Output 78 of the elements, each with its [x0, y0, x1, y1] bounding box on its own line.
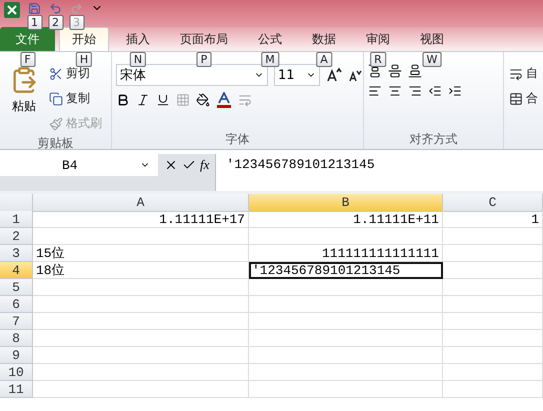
- merge-button[interactable]: 合: [508, 89, 539, 108]
- fill-color-icon: [196, 93, 210, 107]
- align-left-icon: [368, 84, 382, 98]
- font-size-field[interactable]: 11: [274, 64, 320, 86]
- keytip-tooltip: H: [76, 52, 92, 67]
- ribbon-tab[interactable]: 审阅: [353, 27, 403, 51]
- row-header[interactable]: 3: [0, 245, 33, 262]
- bold-icon: [116, 93, 130, 107]
- keytip-tooltip: 3: [69, 15, 84, 30]
- table-cell: 1: [443, 211, 543, 228]
- row-header[interactable]: 1: [0, 211, 33, 228]
- font-color-icon[interactable]: [216, 92, 232, 108]
- cancel-icon: [164, 158, 178, 172]
- merge-cells-icon: [509, 92, 523, 106]
- table-cell: '123456789101213145: [249, 262, 443, 279]
- italic-icon: [136, 93, 150, 107]
- column-header[interactable]: A: [33, 194, 249, 212]
- table-cell: 1.11111E+17: [33, 211, 249, 228]
- table-cell: 15位: [33, 245, 249, 262]
- table-cell: 111111111111111: [249, 245, 443, 262]
- ribbon-tab[interactable]: 页面布局: [167, 27, 241, 51]
- keytip-tooltip: N: [130, 52, 146, 67]
- scissors-icon: [49, 66, 63, 80]
- wrap-text-icon: [509, 66, 523, 80]
- paintbrush-icon: [49, 116, 63, 130]
- ribbon-tab[interactable]: 数据: [299, 27, 349, 51]
- cut-button[interactable]: 剪切: [48, 64, 103, 83]
- grow-font-icon[interactable]: [326, 67, 342, 83]
- underline-icon: [156, 93, 170, 107]
- column-header[interactable]: B: [249, 194, 443, 212]
- ribbon-tab[interactable]: 视图: [407, 27, 457, 51]
- row-header[interactable]: 9: [0, 347, 33, 364]
- row-header[interactable]: 10: [0, 364, 33, 381]
- row-header[interactable]: 4: [0, 262, 33, 279]
- font-name-field[interactable]: 宋体: [116, 64, 268, 86]
- group-title: 剪贴板: [36, 135, 74, 152]
- keytip-tooltip: F: [20, 52, 35, 67]
- indent-icon: [448, 84, 462, 98]
- keytip-tooltip: A: [316, 52, 332, 67]
- undo-icon[interactable]: [49, 2, 62, 15]
- group-title: 字体: [224, 131, 250, 148]
- keytip-tooltip: 2: [48, 15, 63, 30]
- keytip-tooltip: P: [196, 52, 212, 67]
- outdent-icon: [428, 84, 442, 98]
- copy-icon: [49, 92, 63, 106]
- row-header[interactable]: 8: [0, 330, 33, 347]
- top-align-icon: [368, 64, 382, 78]
- row-header[interactable]: 6: [0, 296, 33, 313]
- wrap-text-button[interactable]: 自: [508, 64, 539, 83]
- file-tab[interactable]: 文件: [0, 27, 55, 51]
- ribbon-tab[interactable]: 插入: [113, 27, 163, 51]
- formula-field[interactable]: '123456789101213145: [215, 154, 543, 191]
- row-header[interactable]: 5: [0, 279, 33, 296]
- table-cell: 18位: [33, 262, 249, 279]
- row-header[interactable]: 11: [0, 381, 33, 398]
- name-box[interactable]: B4: [0, 154, 158, 176]
- insert-function-button[interactable]: fx: [200, 157, 210, 173]
- ribbon-tab[interactable]: 公式: [245, 27, 295, 51]
- bottom-align-icon: [408, 64, 422, 78]
- keytip-tooltip: 1: [27, 15, 42, 30]
- keytip-tooltip: W: [422, 52, 442, 67]
- align-right-icon: [408, 84, 422, 98]
- save-icon[interactable]: [28, 2, 41, 15]
- group-title: 对齐方式: [408, 131, 458, 148]
- table-cell: 1.11111E+11: [249, 211, 443, 228]
- middle-align-icon: [388, 64, 402, 78]
- keytip-tooltip: R: [370, 52, 386, 67]
- row-header[interactable]: 2: [0, 228, 33, 245]
- align-center-icon: [388, 84, 402, 98]
- keytip-tooltip: M: [261, 52, 279, 67]
- shrink-font-icon[interactable]: [348, 68, 362, 82]
- row-header[interactable]: 7: [0, 313, 33, 330]
- copy-button[interactable]: 复制: [48, 89, 103, 108]
- column-header[interactable]: C: [443, 194, 543, 212]
- ribbon-tab[interactable]: 开始: [59, 27, 109, 51]
- paste-button[interactable]: 粘贴: [4, 64, 44, 133]
- spreadsheet-logo: [4, 2, 20, 18]
- borders-icon: [176, 93, 190, 107]
